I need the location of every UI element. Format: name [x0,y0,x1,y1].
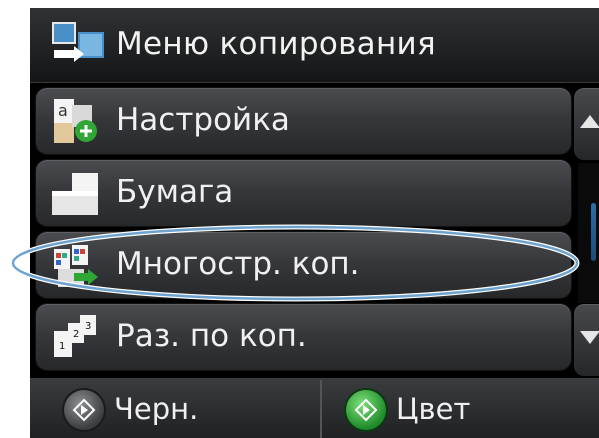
settings-copy-icon: a [54,99,97,143]
svg-text:a: a [58,101,68,120]
printer-control-panel: Меню копирования a Настройка Бумага Мног… [30,8,599,438]
scroll-down-button[interactable] [574,304,599,376]
start-color-button[interactable] [346,390,386,430]
start-black-label[interactable]: Черн. [114,392,198,426]
menu-item-label: Настройка [116,102,290,138]
scrollbar-thumb[interactable] [591,203,596,261]
start-black-button[interactable] [64,390,104,430]
start-color-label[interactable]: Цвет [396,392,470,426]
copy-menu-icon [52,22,104,62]
svg-text:2: 2 [73,329,79,340]
page-title: Меню копирования [116,26,436,62]
scroll-up-button[interactable] [574,88,599,160]
start-icon [72,398,96,422]
start-bar-divider [320,380,322,438]
scroll-down-arrow-icon [580,331,599,344]
paper-icon [52,173,98,215]
scroll-up-arrow-icon [580,115,599,128]
menu-item-multipage-copy[interactable]: Многостр. коп. [36,232,571,298]
menu-item-label: Раз. по коп. [116,318,307,354]
svg-text:3: 3 [85,321,91,332]
collate-icon: 3 2 1 [54,315,96,357]
menu-item-collate[interactable]: 3 2 1 Раз. по коп. [36,304,571,370]
start-icon [354,398,378,422]
title-bar: Меню копирования [30,8,599,83]
multipage-copy-icon [54,245,98,287]
menu-item-settings[interactable]: a Настройка [36,88,571,154]
scrollbar-track[interactable] [578,163,599,303]
menu-item-label: Бумага [116,174,234,210]
svg-text:1: 1 [59,341,65,352]
menu-item-label: Многостр. коп. [116,246,360,282]
menu-item-paper[interactable]: Бумага [36,160,571,226]
